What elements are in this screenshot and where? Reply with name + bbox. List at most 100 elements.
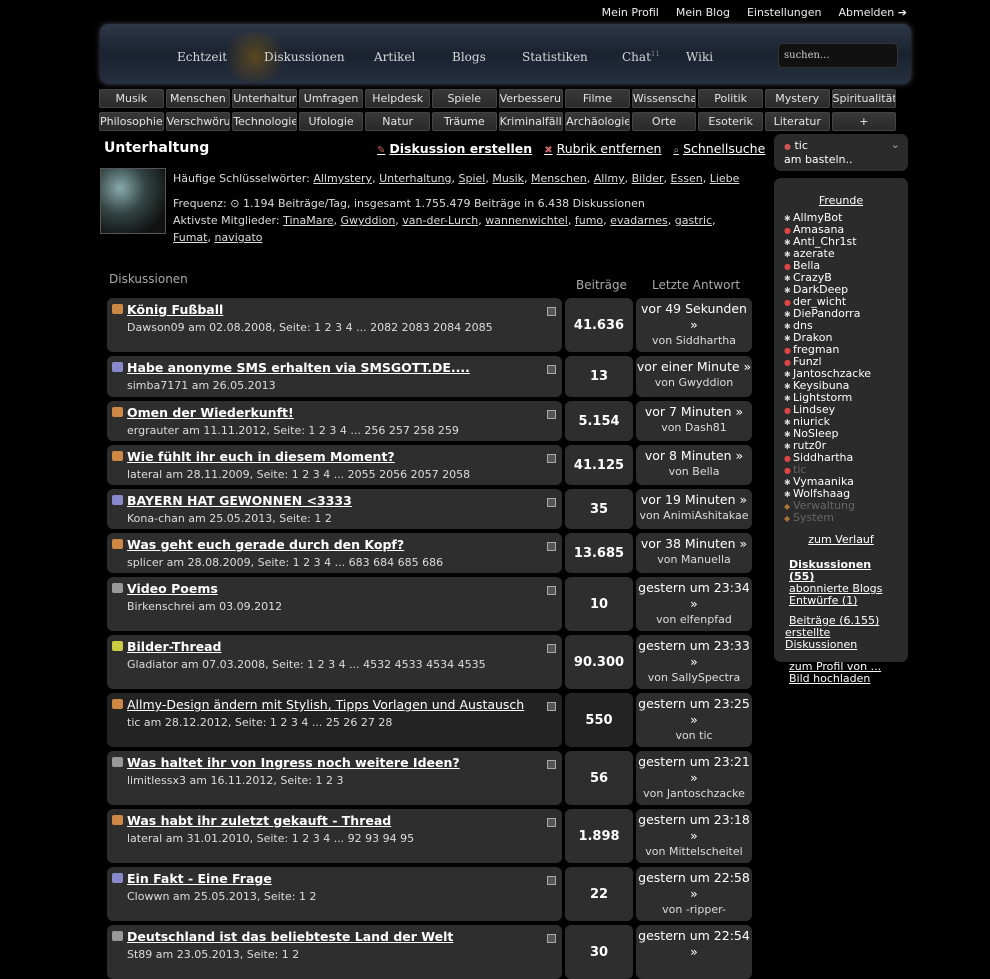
- last-reply-user[interactable]: von AnimiAshitakae: [636, 508, 752, 524]
- category-button[interactable]: Kriminalfälle: [498, 112, 564, 131]
- keyword-link[interactable]: Bilder: [632, 172, 664, 185]
- category-button[interactable]: Verschwörungen: [165, 112, 231, 131]
- category-button[interactable]: Unterhaltung: [232, 89, 297, 108]
- new-posts-icon[interactable]: [547, 876, 556, 885]
- keyword-link[interactable]: Menschen: [531, 172, 587, 185]
- last-reply-user[interactable]: von Dash81: [636, 420, 752, 436]
- thread-title-link[interactable]: Ein Fakt - Eine Frage: [127, 871, 556, 886]
- category-button[interactable]: Musik: [99, 89, 164, 108]
- last-reply-user[interactable]: von Gwyddion: [636, 375, 752, 391]
- thread-title-link[interactable]: Bilder-Thread: [127, 639, 556, 654]
- settings-link[interactable]: Einstellungen: [747, 6, 822, 19]
- active-member-link[interactable]: navigato: [214, 231, 262, 244]
- keyword-link[interactable]: Spiel: [459, 172, 486, 185]
- thread-title-link[interactable]: Habe anonyme SMS erhalten via SMSGOTT.DE…: [127, 360, 556, 375]
- quick-search-button[interactable]: ⌕ Schnellsuche: [673, 141, 765, 156]
- thread-title-link[interactable]: Allmy-Design ändern mit Stylish, Tipps V…: [127, 697, 556, 712]
- chevron-down-icon[interactable]: ⌄: [891, 138, 900, 151]
- new-posts-icon[interactable]: [547, 818, 556, 827]
- active-member-link[interactable]: fumo: [575, 214, 603, 227]
- thread-title-link[interactable]: Deutschland ist das beliebteste Land der…: [127, 929, 556, 944]
- category-button[interactable]: Spiritualität: [831, 89, 897, 108]
- new-posts-icon[interactable]: [547, 586, 556, 595]
- last-reply-time-link[interactable]: gestern um 22:58 »: [636, 870, 752, 902]
- new-posts-icon[interactable]: [547, 702, 556, 711]
- new-posts-icon[interactable]: [547, 934, 556, 943]
- new-posts-icon[interactable]: [547, 644, 556, 653]
- active-member-link[interactable]: Gwyddion: [341, 214, 396, 227]
- create-discussion-button[interactable]: ✎ Diskussion erstellen: [377, 141, 532, 156]
- category-button[interactable]: Archäologie: [565, 112, 630, 131]
- active-member-link[interactable]: Fumat: [173, 231, 207, 244]
- new-posts-icon[interactable]: [547, 410, 556, 419]
- keyword-link[interactable]: Liebe: [710, 172, 740, 185]
- last-reply-user[interactable]: von Siddhartha: [636, 333, 752, 349]
- active-member-link[interactable]: TinaMare: [283, 214, 333, 227]
- last-reply-user[interactable]: von elfenpfad: [636, 612, 752, 628]
- category-button[interactable]: Politik: [698, 89, 763, 108]
- category-button[interactable]: Spiele: [431, 89, 497, 108]
- keyword-link[interactable]: Unterhaltung: [379, 172, 451, 185]
- last-reply-time-link[interactable]: gestern um 22:54 »: [636, 928, 752, 960]
- new-posts-icon[interactable]: [547, 760, 556, 769]
- active-member-link[interactable]: gastric: [675, 214, 712, 227]
- nav-blogs[interactable]: Blogs: [452, 50, 486, 64]
- last-reply-user[interactable]: von Mittelscheitel: [636, 844, 752, 860]
- keyword-link[interactable]: Essen: [671, 172, 703, 185]
- active-member-link[interactable]: evadarnes: [610, 214, 668, 227]
- category-button[interactable]: Literatur: [764, 112, 830, 131]
- nav-echtzeit[interactable]: Echtzeit: [177, 50, 227, 64]
- category-button[interactable]: Natur: [365, 112, 430, 131]
- new-posts-icon[interactable]: [547, 307, 556, 316]
- nav-wiki[interactable]: Wiki: [686, 50, 713, 64]
- my-profile-link[interactable]: Mein Profil: [602, 6, 659, 19]
- last-reply-time-link[interactable]: vor 7 Minuten »: [636, 404, 752, 420]
- category-button[interactable]: Technologie: [232, 112, 297, 131]
- nav-chat[interactable]: Chat11: [622, 50, 660, 64]
- category-button[interactable]: Philosophie: [99, 112, 164, 131]
- new-posts-icon[interactable]: [547, 365, 556, 374]
- category-button[interactable]: +: [831, 112, 897, 131]
- last-reply-time-link[interactable]: vor einer Minute »: [636, 359, 752, 375]
- last-reply-time-link[interactable]: vor 19 Minuten »: [636, 492, 752, 508]
- last-reply-time-link[interactable]: vor 8 Minuten »: [636, 448, 752, 464]
- created-discussions-link[interactable]: erstellte Diskussionen: [785, 627, 898, 651]
- category-button[interactable]: Umfragen: [298, 89, 364, 108]
- active-member-link[interactable]: wannenwichtel: [485, 214, 568, 227]
- nav-diskussionen[interactable]: Diskussionen: [264, 50, 345, 64]
- last-reply-user[interactable]: von Manuella: [636, 552, 752, 568]
- category-button[interactable]: Träume: [431, 112, 497, 131]
- last-reply-time-link[interactable]: gestern um 23:33 »: [636, 638, 752, 670]
- last-reply-time-link[interactable]: gestern um 23:25 »: [636, 696, 752, 728]
- discussions-link[interactable]: Diskussionen (55): [789, 559, 898, 583]
- thread-title-link[interactable]: Video Poems: [127, 581, 556, 596]
- category-button[interactable]: Esoterik: [698, 112, 763, 131]
- thread-title-link[interactable]: Wie fühlt ihr euch in diesem Moment?: [127, 449, 556, 464]
- nav-artikel[interactable]: Artikel: [374, 50, 415, 64]
- my-blog-link[interactable]: Mein Blog: [676, 6, 730, 19]
- thread-title-link[interactable]: Was geht euch gerade durch den Kopf?: [127, 537, 556, 552]
- last-reply-time-link[interactable]: gestern um 23:21 »: [636, 754, 752, 786]
- category-button[interactable]: Verbesserungen: [498, 89, 564, 108]
- new-posts-icon[interactable]: [547, 498, 556, 507]
- new-posts-icon[interactable]: [547, 542, 556, 551]
- thread-title-link[interactable]: Was haltet ihr von Ingress noch weitere …: [127, 755, 556, 770]
- status-user[interactable]: tic: [794, 139, 807, 152]
- last-reply-time-link[interactable]: gestern um 23:18 »: [636, 812, 752, 844]
- category-button[interactable]: Mystery: [764, 89, 830, 108]
- keyword-link[interactable]: Allmystery: [313, 172, 372, 185]
- friends-heading[interactable]: Freunde: [784, 194, 898, 207]
- search-input[interactable]: suchen...: [778, 43, 898, 68]
- nav-statistiken[interactable]: Statistiken: [522, 50, 588, 64]
- last-reply-time-link[interactable]: vor 38 Minuten »: [636, 536, 752, 552]
- category-button[interactable]: Filme: [565, 89, 630, 108]
- last-reply-user[interactable]: von Jantoschzacke: [636, 786, 752, 802]
- category-button[interactable]: Ufologie: [298, 112, 364, 131]
- category-button[interactable]: Helpdesk: [365, 89, 430, 108]
- drafts-link[interactable]: Entwürfe (1): [789, 595, 898, 607]
- thread-title-link[interactable]: Omen der Wiederkunft!: [127, 405, 556, 420]
- remove-category-button[interactable]: ✖ Rubrik entfernen: [544, 141, 661, 156]
- logout-link[interactable]: Abmelden ➔: [839, 6, 907, 19]
- friend-item[interactable]: ◆ System: [784, 512, 898, 524]
- last-reply-user[interactable]: von Bella: [636, 464, 752, 480]
